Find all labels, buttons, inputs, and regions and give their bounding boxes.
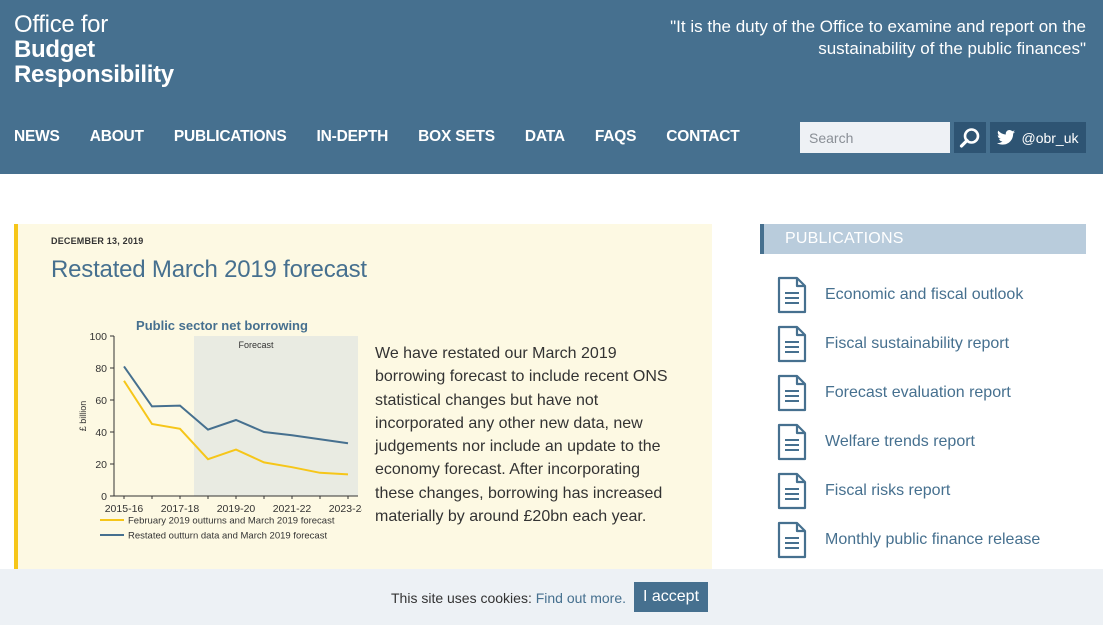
site-header: Office for Budget Responsibility "It is …: [0, 0, 1103, 174]
nav-about[interactable]: ABOUT: [90, 128, 144, 146]
search-input[interactable]: [800, 122, 950, 153]
cookie-banner: This site uses cookies: Find out more. I…: [0, 569, 1103, 625]
main-nav: NEWS ABOUT PUBLICATIONS IN-DEPTH BOX SET…: [14, 128, 769, 146]
publication-item[interactable]: Economic and fiscal outlook: [776, 270, 1040, 319]
article-body: We have restated our March 2019 borrowin…: [375, 345, 668, 526]
legend-label: Restated outturn data and March 2019 for…: [128, 531, 327, 542]
y-tick-label: 20: [95, 459, 107, 471]
x-tick-label: 2023-24: [329, 503, 362, 515]
nav-contact[interactable]: CONTACT: [666, 128, 739, 146]
nav-data[interactable]: DATA: [525, 128, 565, 146]
search-button[interactable]: [954, 122, 986, 153]
x-tick-label: 2015-16: [105, 503, 144, 515]
legend-label: February 2019 outturns and March 2019 fo…: [128, 516, 335, 527]
x-tick-label: 2017-18: [161, 503, 200, 515]
cookie-message: This site uses cookies: Find out more.: [391, 590, 626, 606]
publication-item[interactable]: Fiscal risks report: [776, 466, 1040, 515]
publication-item[interactable]: Forecast evaluation report: [776, 368, 1040, 417]
sidebar-publications-title: PUBLICATIONS: [760, 224, 1086, 254]
y-tick-label: 80: [95, 363, 107, 375]
publication-item[interactable]: Fiscal sustainability report: [776, 319, 1040, 368]
publication-link-fsr[interactable]: Fiscal sustainability report: [825, 335, 1009, 353]
publication-link-efo[interactable]: Economic and fiscal outlook: [825, 286, 1023, 304]
logo-line-1: Office for: [14, 11, 108, 38]
cookie-text: This site uses cookies:: [391, 590, 532, 606]
y-tick-label: 40: [95, 427, 107, 439]
y-axis-label: £ billion: [78, 401, 88, 432]
publication-link-mpfr[interactable]: Monthly public finance release: [825, 531, 1040, 549]
y-ticks: 0 20 40 60 80 100: [89, 331, 114, 503]
document-icon: [777, 521, 807, 558]
nav-box-sets[interactable]: BOX SETS: [418, 128, 495, 146]
document-icon: [777, 276, 807, 313]
publication-link-wtr[interactable]: Welfare trends report: [825, 433, 975, 451]
x-tick-label: 2019-20: [217, 503, 256, 515]
cookie-find-out-more-link[interactable]: Find out more.: [536, 590, 626, 606]
publication-item[interactable]: Welfare trends report: [776, 417, 1040, 466]
twitter-bird-icon: [997, 130, 1016, 145]
y-tick-label: 60: [95, 395, 107, 407]
x-ticks: 2015-16 2017-18 2019-20 2021-22 2023-24: [105, 496, 362, 515]
publication-link-frr[interactable]: Fiscal risks report: [825, 482, 950, 500]
article-date: DECEMBER 13, 2019: [51, 236, 144, 246]
x-tick-label: 2021-22: [273, 503, 312, 515]
twitter-handle: @obr_uk: [1021, 129, 1079, 146]
document-icon: [777, 325, 807, 362]
document-icon: [777, 374, 807, 411]
chart-title: Public sector net borrowing: [136, 318, 308, 333]
nav-faqs[interactable]: FAQS: [595, 128, 637, 146]
publication-item[interactable]: Monthly public finance release: [776, 515, 1040, 564]
borrowing-chart: Public sector net borrowing Forecast 020…: [78, 318, 362, 542]
search-icon: [959, 127, 980, 148]
logo-line-3: Responsibility: [14, 61, 174, 88]
article-title[interactable]: Restated March 2019 forecast: [51, 256, 367, 284]
forecast-label: Forecast: [238, 340, 274, 350]
cookie-accept-button[interactable]: I accept: [634, 582, 708, 612]
chart-legend: February 2019 outturns and March 2019 fo…: [100, 516, 335, 542]
logo-line-2: Budget: [14, 36, 95, 63]
publication-link-fer[interactable]: Forecast evaluation report: [825, 384, 1011, 402]
nav-in-depth[interactable]: IN-DEPTH: [317, 128, 389, 146]
header-quote: "It is the duty of the Office to examine…: [670, 17, 1086, 58]
twitter-button[interactable]: @obr_uk: [990, 122, 1086, 153]
y-tick-label: 100: [89, 331, 107, 343]
document-icon: [777, 472, 807, 509]
nav-news[interactable]: NEWS: [14, 128, 60, 146]
site-logo[interactable]: Office for Budget Responsibility: [14, 12, 174, 87]
nav-publications[interactable]: PUBLICATIONS: [174, 128, 287, 146]
document-icon: [777, 423, 807, 460]
forecast-shaded-region: [194, 336, 358, 496]
featured-article: DECEMBER 13, 2019 Restated March 2019 fo…: [14, 224, 712, 569]
y-tick-label: 0: [101, 491, 107, 503]
publications-list: Economic and fiscal outlook Fiscal susta…: [776, 270, 1040, 564]
